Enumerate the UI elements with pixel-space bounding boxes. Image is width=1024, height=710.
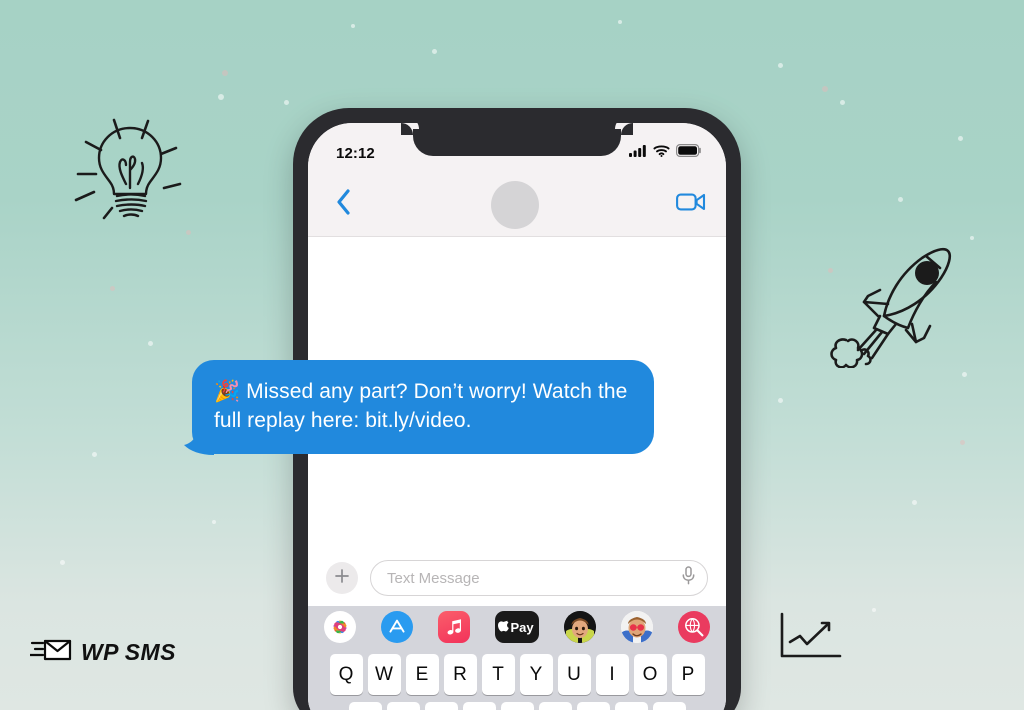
key-r[interactable]: R: [443, 654, 477, 695]
contact-avatar[interactable]: [491, 180, 539, 229]
apple-pay-app-icon[interactable]: Pay: [495, 611, 539, 643]
flying-envelope-icon: [28, 636, 72, 669]
key-q[interactable]: Q: [329, 654, 363, 695]
message-input-bar: Text Message: [308, 550, 726, 606]
background-dot: [186, 230, 191, 235]
key-h[interactable]: H: [538, 702, 572, 710]
background-dot: [962, 372, 967, 377]
back-button[interactable]: [328, 189, 358, 220]
status-bar-time: 12:12: [336, 144, 375, 162]
background-dot: [822, 86, 828, 92]
onscreen-keyboard: QWERTYUIOP ASDFGHJKL: [308, 648, 726, 710]
background-dot: [618, 20, 622, 24]
background-dot: [960, 440, 965, 445]
keyboard-row-1: QWERTYUIOP: [312, 654, 722, 695]
phone-notch: [401, 123, 633, 156]
message-bubble-tail: [184, 427, 214, 455]
music-app-icon[interactable]: [438, 611, 470, 643]
photos-app-icon[interactable]: [324, 611, 356, 643]
key-k[interactable]: K: [614, 702, 648, 710]
wp-sms-logo-text: WP SMS: [81, 639, 176, 665]
background-dot: [898, 197, 903, 202]
key-u[interactable]: U: [557, 654, 591, 695]
background-dot: [222, 70, 228, 76]
message-input-placeholder: Text Message: [387, 569, 480, 587]
chat-nav-bar: [308, 173, 726, 237]
background-dot: [60, 560, 65, 565]
svg-text:Pay: Pay: [511, 620, 535, 635]
imessage-app-drawer: Pay: [308, 606, 726, 648]
battery-icon: [676, 144, 702, 162]
message-bubble-outgoing[interactable]: 🎉 Missed any part? Don’t worry! Watch th…: [184, 360, 654, 455]
message-bubble-text: 🎉 Missed any part? Don’t worry! Watch th…: [214, 380, 628, 432]
lightbulb-doodle: [68, 96, 194, 228]
background-dot: [284, 100, 289, 105]
key-l[interactable]: L: [652, 702, 686, 710]
background-dot: [110, 286, 115, 291]
key-j[interactable]: J: [576, 702, 610, 710]
background-dot: [872, 608, 876, 612]
memoji-app-icon-1[interactable]: [564, 611, 596, 643]
background-dot: [432, 49, 437, 54]
background-dot: [92, 452, 97, 457]
key-o[interactable]: O: [633, 654, 667, 695]
line-chart-doodle: [778, 612, 842, 662]
add-attachment-button[interactable]: [326, 562, 358, 594]
background-dot: [840, 100, 845, 105]
rocket-doodle: [828, 238, 972, 369]
cellular-signal-icon: [629, 144, 647, 162]
background-dot: [778, 398, 783, 403]
key-t[interactable]: T: [481, 654, 515, 695]
background-dot: [912, 500, 917, 505]
key-e[interactable]: E: [405, 654, 439, 695]
background-dot: [351, 24, 355, 28]
message-input-field[interactable]: Text Message: [370, 560, 708, 596]
video-call-button[interactable]: [672, 192, 706, 217]
images-search-app-icon[interactable]: [678, 611, 710, 643]
microphone-icon[interactable]: [682, 566, 695, 590]
key-s[interactable]: S: [386, 702, 420, 710]
keyboard-row-2: ASDFGHJKL: [312, 702, 722, 710]
key-y[interactable]: Y: [519, 654, 553, 695]
plus-icon: [334, 568, 350, 589]
message-bubble-wrapper: 🎉 Missed any part? Don’t worry! Watch th…: [184, 360, 654, 455]
memoji-app-icon-2[interactable]: [621, 611, 653, 643]
background-dot: [778, 63, 783, 68]
key-i[interactable]: I: [595, 654, 629, 695]
background-dot: [218, 94, 224, 100]
key-p[interactable]: P: [671, 654, 705, 695]
background-dot: [148, 341, 153, 346]
key-g[interactable]: G: [500, 702, 534, 710]
background-dot: [212, 520, 216, 524]
app-store-app-icon[interactable]: [381, 611, 413, 643]
background-dot: [958, 136, 963, 141]
wifi-icon: [653, 144, 670, 162]
chevron-left-icon: [336, 189, 351, 220]
wp-sms-logo: WP SMS: [28, 636, 176, 669]
video-camera-icon: [676, 192, 706, 217]
key-f[interactable]: F: [462, 702, 496, 710]
key-w[interactable]: W: [367, 654, 401, 695]
key-a[interactable]: A: [348, 702, 382, 710]
key-d[interactable]: D: [424, 702, 458, 710]
